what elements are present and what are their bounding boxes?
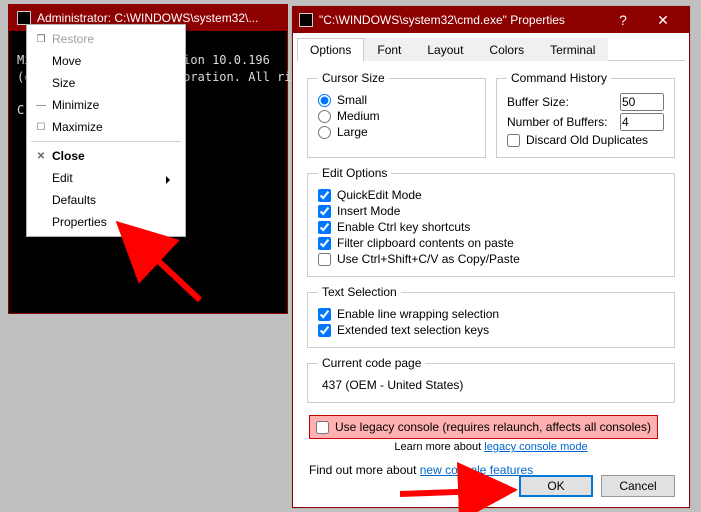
dialog-title-text: "C:\WINDOWS\system32\cmd.exe" Properties	[319, 13, 565, 27]
legacy-console-label: Use legacy console (requires relaunch, a…	[335, 420, 651, 434]
tab-layout[interactable]: Layout	[414, 38, 476, 61]
ctrlshift-checkbox[interactable]	[318, 253, 331, 266]
tab-bar: Options Font Layout Colors Terminal	[297, 37, 685, 61]
ctrl-shortcuts-checkbox[interactable]	[318, 221, 331, 234]
text-selection-legend: Text Selection	[318, 285, 401, 299]
ctx-properties[interactable]: Properties	[30, 211, 182, 233]
findout-link[interactable]: new console features	[420, 463, 533, 477]
dialog-icon	[299, 13, 313, 27]
legacy-console-checkbox[interactable]	[316, 421, 329, 434]
cursor-medium-label: Medium	[337, 109, 380, 123]
ctx-move[interactable]: Move	[30, 50, 182, 72]
ctx-close[interactable]: ✕ Close	[30, 145, 182, 167]
text-selection-group: Text Selection Enable line wrapping sele…	[307, 285, 675, 348]
tab-options-label: Options	[310, 43, 351, 57]
edit-options-legend: Edit Options	[318, 166, 391, 180]
minimize-icon: —	[34, 100, 48, 111]
tab-font-label: Font	[377, 43, 401, 57]
quickedit-label: QuickEdit Mode	[337, 188, 422, 202]
filter-clipboard-label: Filter clipboard contents on paste	[337, 236, 514, 250]
ctx-size[interactable]: Size	[30, 72, 182, 94]
legacy-learn-pre: Learn more about	[394, 441, 484, 453]
maximize-icon: ☐	[34, 122, 48, 133]
history-legend: Command History	[507, 71, 611, 85]
cursor-size-group: Cursor Size Small Medium Large	[307, 71, 486, 158]
cursor-size-legend: Cursor Size	[318, 71, 389, 85]
cancel-label: Cancel	[619, 479, 656, 493]
tab-layout-label: Layout	[427, 43, 463, 57]
dialog-titlebar[interactable]: "C:\WINDOWS\system32\cmd.exe" Properties…	[293, 7, 689, 33]
num-buffers-label: Number of Buffers:	[507, 115, 620, 129]
tab-options[interactable]: Options	[297, 38, 364, 61]
line-wrap-label: Enable line wrapping selection	[337, 307, 499, 321]
tab-terminal[interactable]: Terminal	[537, 38, 608, 61]
tab-colors-label: Colors	[489, 43, 524, 57]
ctx-defaults-label: Defaults	[52, 193, 96, 207]
cursor-small-label: Small	[337, 93, 367, 107]
help-button[interactable]: ?	[603, 7, 643, 33]
properties-dialog: "C:\WINDOWS\system32\cmd.exe" Properties…	[292, 6, 690, 508]
ctx-maximize[interactable]: ☐ Maximize	[30, 116, 182, 138]
findout-pre: Find out more about	[309, 463, 420, 477]
ctx-restore: ❐ Restore	[30, 28, 182, 50]
tab-colors[interactable]: Colors	[476, 38, 537, 61]
codepage-legend: Current code page	[318, 356, 425, 370]
ctx-close-label: Close	[52, 149, 85, 163]
legacy-console-section: Use legacy console (requires relaunch, a…	[307, 411, 675, 457]
cmd-title-text: Administrator: C:\WINDOWS\system32\...	[37, 11, 258, 25]
cursor-small-radio[interactable]	[318, 94, 331, 107]
filter-clipboard-checkbox[interactable]	[318, 237, 331, 250]
command-history-group: Command History Buffer Size: Number of B…	[496, 71, 675, 158]
insert-label: Insert Mode	[337, 204, 400, 218]
restore-icon: ❐	[34, 34, 48, 45]
submenu-arrow-icon	[166, 173, 174, 187]
ctx-separator	[31, 141, 181, 142]
ctx-restore-label: Restore	[52, 32, 94, 46]
cursor-medium-radio[interactable]	[318, 110, 331, 123]
legacy-learn-link[interactable]: legacy console mode	[484, 441, 587, 453]
tab-terminal-label: Terminal	[550, 43, 595, 57]
edit-options-group: Edit Options QuickEdit Mode Insert Mode …	[307, 166, 675, 277]
ctx-move-label: Move	[52, 54, 81, 68]
ctx-minimize[interactable]: — Minimize	[30, 94, 182, 116]
options-pane: Cursor Size Small Medium Large Command H…	[293, 61, 689, 487]
legacy-learn-more: Learn more about legacy console mode	[309, 441, 673, 453]
cmd-icon	[17, 11, 31, 25]
line-wrap-checkbox[interactable]	[318, 308, 331, 321]
ctrl-shortcuts-label: Enable Ctrl key shortcuts	[337, 220, 470, 234]
num-buffers-input[interactable]	[620, 113, 664, 131]
system-context-menu: ❐ Restore Move Size — Minimize ☐ Maximiz…	[26, 24, 186, 237]
cursor-large-radio[interactable]	[318, 126, 331, 139]
cancel-button[interactable]: Cancel	[601, 475, 675, 497]
ctrlshift-label: Use Ctrl+Shift+C/V as Copy/Paste	[337, 252, 520, 266]
cursor-large-label: Large	[337, 125, 368, 139]
quickedit-checkbox[interactable]	[318, 189, 331, 202]
insert-checkbox[interactable]	[318, 205, 331, 218]
codepage-group: Current code page 437 (OEM - United Stat…	[307, 356, 675, 403]
buffer-size-input[interactable]	[620, 93, 664, 111]
tab-font[interactable]: Font	[364, 38, 414, 61]
codepage-value: 437 (OEM - United States)	[318, 376, 664, 394]
ok-label: OK	[547, 479, 564, 493]
ctx-maximize-label: Maximize	[52, 120, 103, 134]
discard-duplicates-label: Discard Old Duplicates	[526, 133, 648, 147]
ok-button[interactable]: OK	[519, 475, 593, 497]
extended-keys-label: Extended text selection keys	[337, 323, 489, 337]
close-button[interactable]: ✕	[643, 7, 683, 33]
ctx-edit[interactable]: Edit	[30, 167, 182, 189]
ctx-size-label: Size	[52, 76, 75, 90]
dialog-buttons: OK Cancel	[519, 475, 675, 497]
ctx-defaults[interactable]: Defaults	[30, 189, 182, 211]
ctx-edit-label: Edit	[52, 171, 73, 185]
ctx-minimize-label: Minimize	[52, 98, 99, 112]
ctx-properties-label: Properties	[52, 215, 107, 229]
close-icon: ✕	[34, 151, 48, 162]
extended-keys-checkbox[interactable]	[318, 324, 331, 337]
discard-duplicates-checkbox[interactable]	[507, 134, 520, 147]
buffer-size-label: Buffer Size:	[507, 95, 620, 109]
